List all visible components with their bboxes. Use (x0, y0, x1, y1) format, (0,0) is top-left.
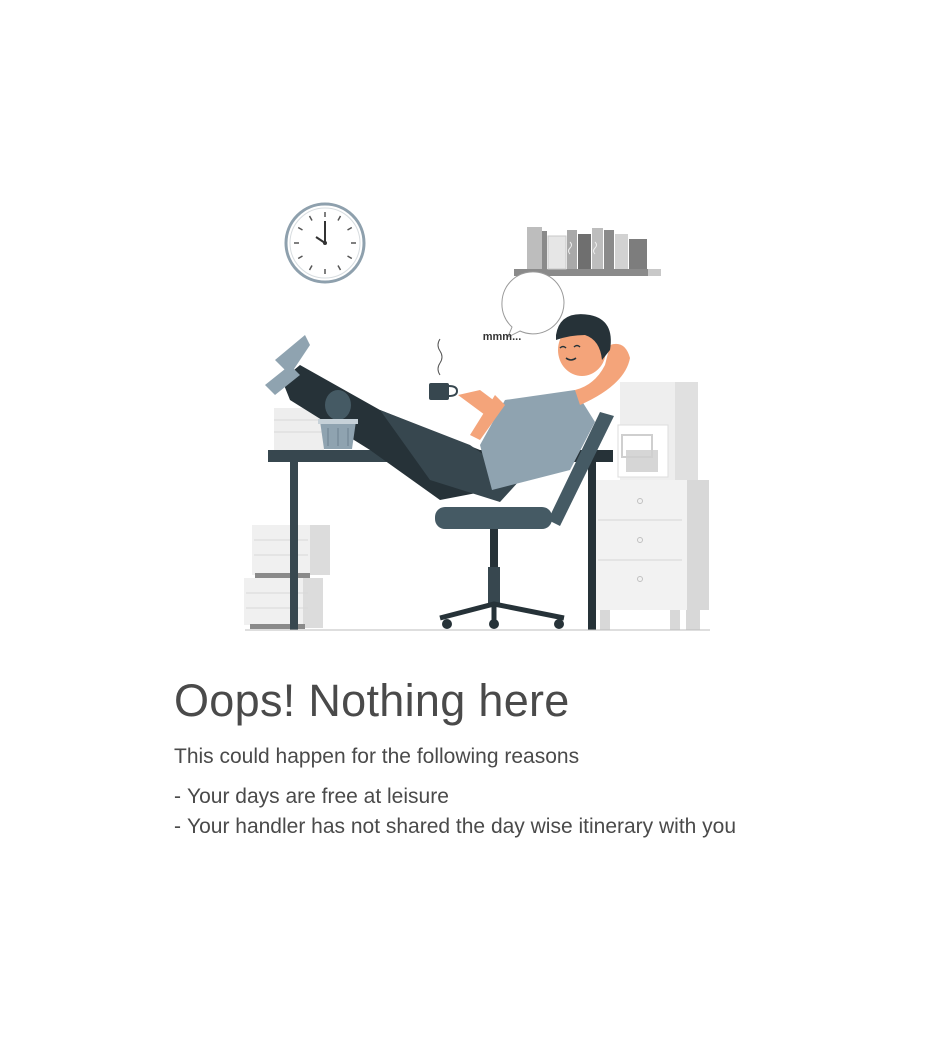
bookshelf-icon (514, 227, 661, 276)
drawer-cabinet (592, 480, 709, 630)
coffee-cup-icon (429, 338, 459, 400)
speech-bubble: mmm... (483, 271, 565, 343)
empty-state-illustration: mmm... (230, 190, 730, 640)
empty-state-subtitle: This could happen for the following reas… (174, 744, 580, 768)
list-item: - Your handler has not shared the day wis… (174, 812, 874, 842)
wall-clock-icon (284, 202, 366, 284)
reason-text: Your days are free at leisure (187, 784, 449, 808)
dash-bullet: - (174, 814, 181, 838)
reason-text: Your handler has not shared the day wise… (187, 814, 737, 838)
speech-bubble-text: mmm... (483, 331, 522, 343)
dash-bullet: - (174, 784, 181, 808)
reasons-list: - Your days are free at leisure - Your han… (174, 782, 874, 842)
list-item: - Your days are free at leisure (174, 782, 874, 812)
page-title: Oops! Nothing here (174, 675, 570, 726)
empty-state-content: Oops! Nothing here This could happen for… (174, 672, 874, 842)
paper-stack (244, 525, 330, 629)
coffee-machine-icon (617, 382, 698, 482)
